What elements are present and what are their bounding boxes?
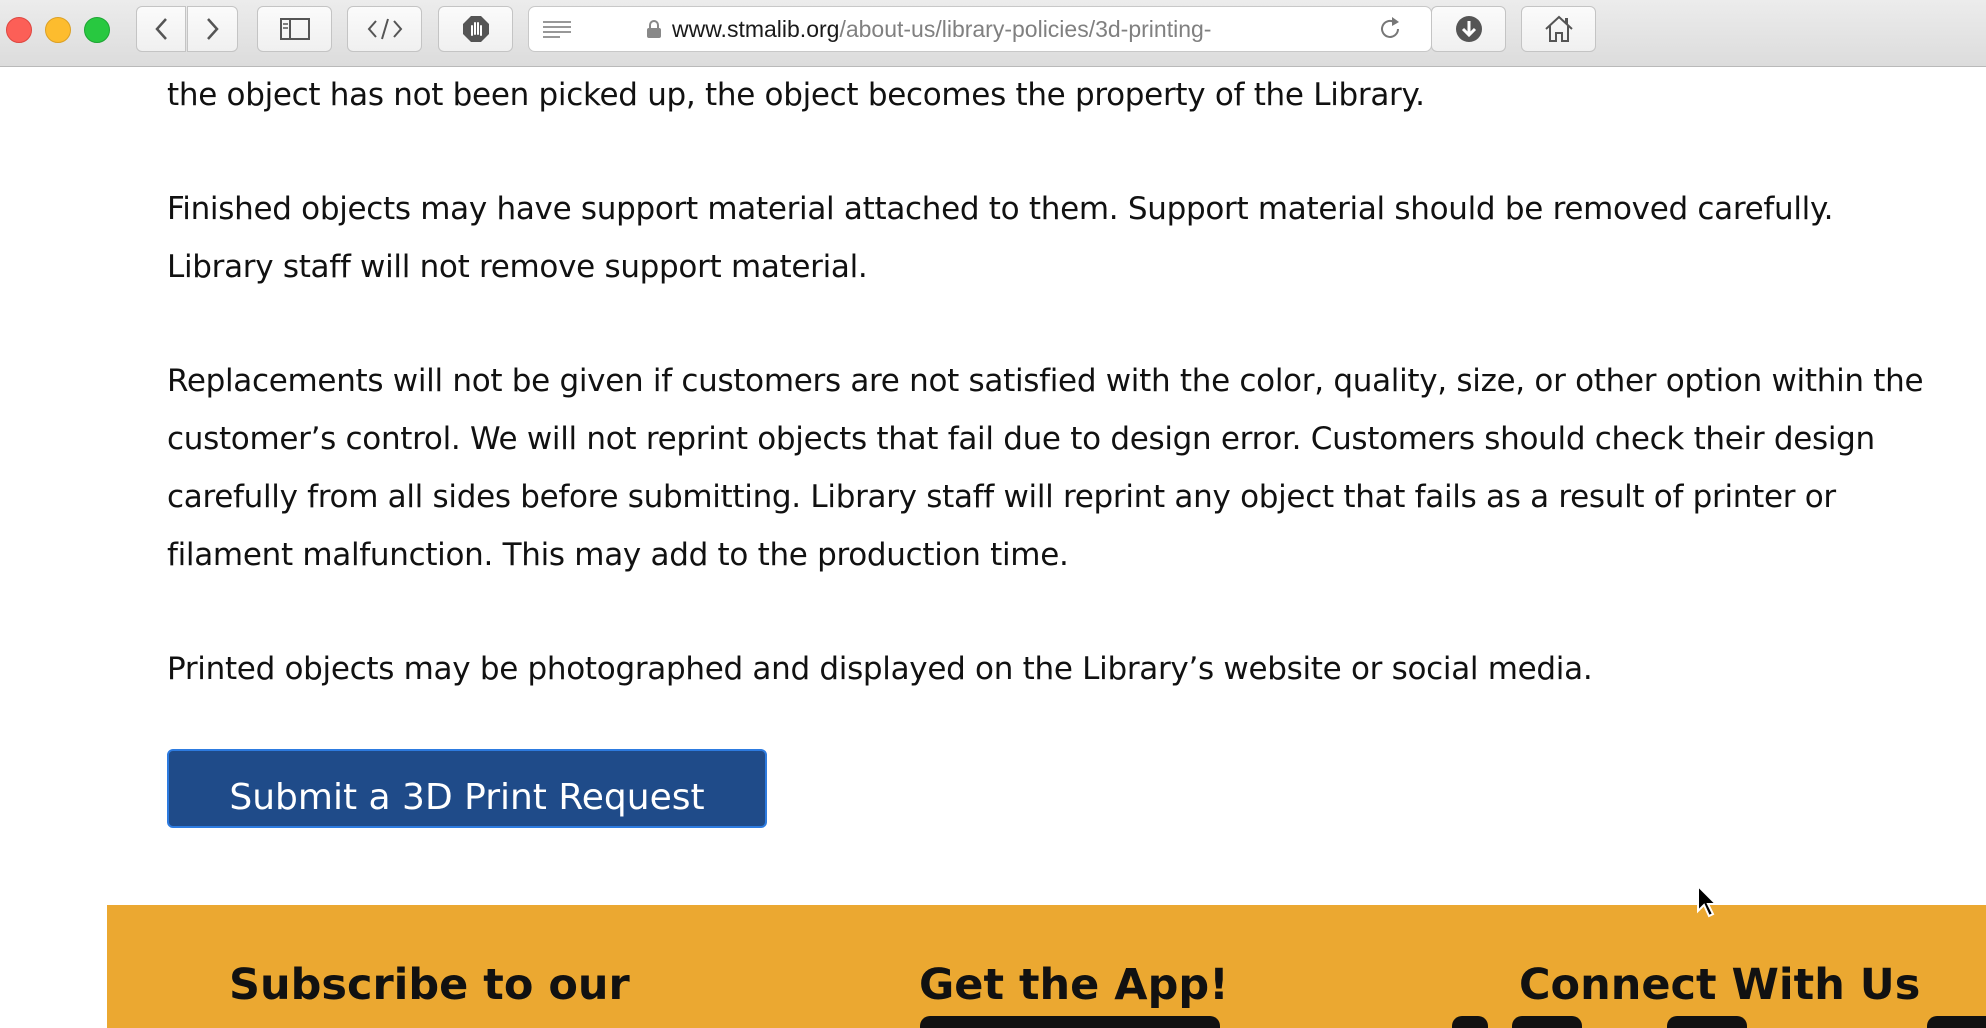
back-button[interactable] <box>136 6 186 52</box>
reload-icon[interactable] <box>1377 16 1403 42</box>
ad-block-button[interactable] <box>438 6 513 52</box>
policy-paragraph: the object has not been picked up, the o… <box>167 66 1425 124</box>
policy-paragraph: Replacements will not be given if custom… <box>167 352 1924 584</box>
close-window-button[interactable] <box>6 17 32 43</box>
forward-button[interactable] <box>187 6 238 52</box>
chevron-right-icon <box>206 18 219 40</box>
mouse-cursor-icon <box>1697 884 1719 918</box>
app-store-badge[interactable] <box>920 1016 1220 1028</box>
social-media-icon[interactable] <box>1927 1016 1986 1028</box>
youtube-icon[interactable] <box>1667 1016 1747 1028</box>
paragraph-line: Finished objects may have support materi… <box>167 191 1834 227</box>
paragraph-line: carefully from all sides before submitti… <box>167 479 1836 515</box>
paragraph-line: customer’s control. We will not reprint … <box>167 421 1875 457</box>
address-bar[interactable]: www.stmalib.org/about-us/library-policie… <box>528 6 1432 52</box>
home-button[interactable] <box>1521 6 1596 52</box>
facebook-icon[interactable] <box>1452 1016 1488 1028</box>
paragraph-line: the object has not been picked up, the o… <box>167 77 1425 113</box>
browser-toolbar: www.stmalib.org/about-us/library-policie… <box>0 0 1986 67</box>
sidebar-button[interactable] <box>257 6 332 52</box>
policy-paragraph: Finished objects may have support materi… <box>167 180 1833 296</box>
lock-icon <box>647 20 661 38</box>
sidebar-icon <box>279 18 310 40</box>
stop-hand-icon <box>462 16 489 42</box>
url-text: www.stmalib.org/about-us/library-policie… <box>672 7 1292 51</box>
url-host: www.stmalib.org <box>672 16 840 42</box>
download-icon <box>1455 16 1482 42</box>
reader-view-icon <box>543 21 571 38</box>
develop-button[interactable] <box>347 6 422 52</box>
app-heading: Get the App! <box>919 960 1229 1010</box>
newsletter-heading: Subscribe to our <box>229 960 630 1010</box>
submit-3d-print-request-button[interactable]: Submit a 3D Print Request <box>167 749 767 828</box>
policy-paragraph: Printed objects may be photographed and … <box>167 640 1593 698</box>
code-icon <box>367 18 402 40</box>
home-icon <box>1544 15 1573 42</box>
site-footer: Subscribe to our Get the App! Connect Wi… <box>107 905 1986 1028</box>
paragraph-line: Printed objects may be photographed and … <box>167 651 1593 687</box>
paragraph-line: Library staff will not remove support ma… <box>167 249 868 285</box>
url-fade <box>1229 9 1319 49</box>
paragraph-line: filament malfunction. This may add to th… <box>167 537 1069 573</box>
paragraph-line: Replacements will not be given if custom… <box>167 363 1924 399</box>
chevron-left-icon <box>155 18 167 40</box>
downloads-button[interactable] <box>1431 6 1506 52</box>
social-heading: Connect With Us <box>1519 960 1921 1010</box>
minimize-window-button[interactable] <box>45 17 71 43</box>
instagram-icon[interactable] <box>1512 1016 1582 1028</box>
maximize-window-button[interactable] <box>84 17 110 43</box>
url-path: /about-us/library-policies/3d-printing- <box>839 16 1212 42</box>
